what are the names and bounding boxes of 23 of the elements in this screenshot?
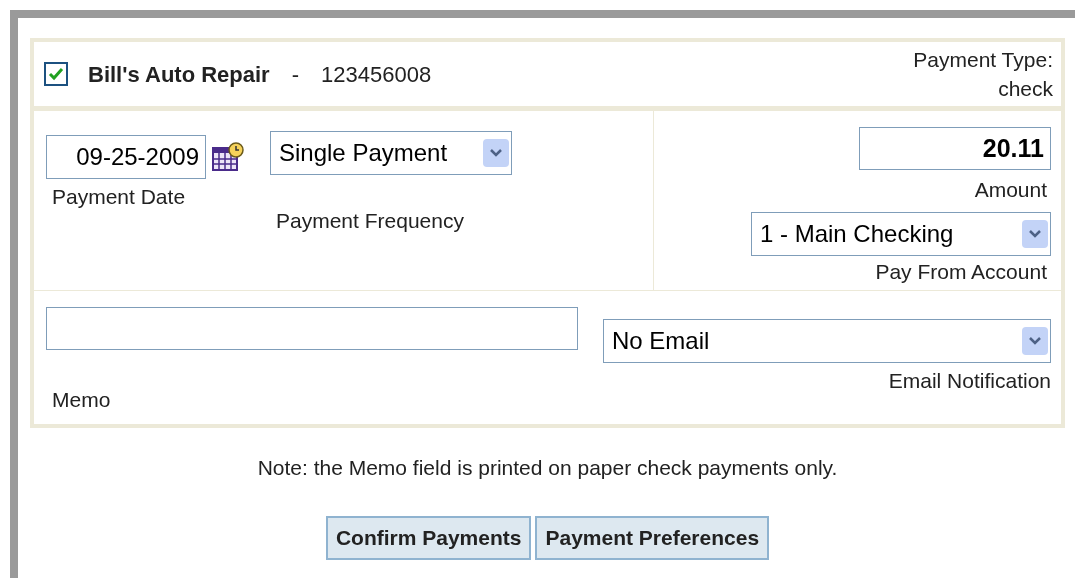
payee-name: Bill's Auto Repair	[88, 60, 270, 89]
payment-frequency-select[interactable]: Single Payment	[270, 131, 512, 175]
pay-from-account-select[interactable]: 1 - Main Checking	[751, 211, 1051, 256]
account-number: 123456008	[321, 60, 432, 89]
payment-frequency-label: Payment Frequency	[276, 208, 465, 234]
payment-type-label: Payment Type:	[913, 47, 1053, 73]
email-notification-label: Email Notification	[888, 368, 1051, 394]
action-button[interactable]: Confirm Payments	[325, 515, 532, 560]
memo-field[interactable]	[46, 307, 578, 350]
separator-dash: -	[291, 60, 299, 89]
email-notification-select[interactable]: No Email	[603, 319, 1051, 363]
payment-type-value: check	[998, 76, 1053, 102]
pay-from-account-label: Pay From Account	[875, 258, 1047, 285]
calendar-icon[interactable]	[212, 142, 244, 172]
payee-checkbox[interactable]	[44, 62, 68, 86]
action-button[interactable]: Payment Preferences	[535, 515, 770, 560]
payment-date-label: Payment Date	[52, 184, 187, 210]
amount-label: Amount	[974, 177, 1047, 203]
memo-note: Note: the Memo field is printed on paper check payments only.	[257, 455, 838, 481]
memo-label: Memo	[52, 387, 112, 413]
amount-field[interactable]: 20.11	[859, 127, 1051, 170]
payment-date-field[interactable]: 09-25-2009	[46, 135, 206, 179]
check-icon	[48, 67, 64, 81]
